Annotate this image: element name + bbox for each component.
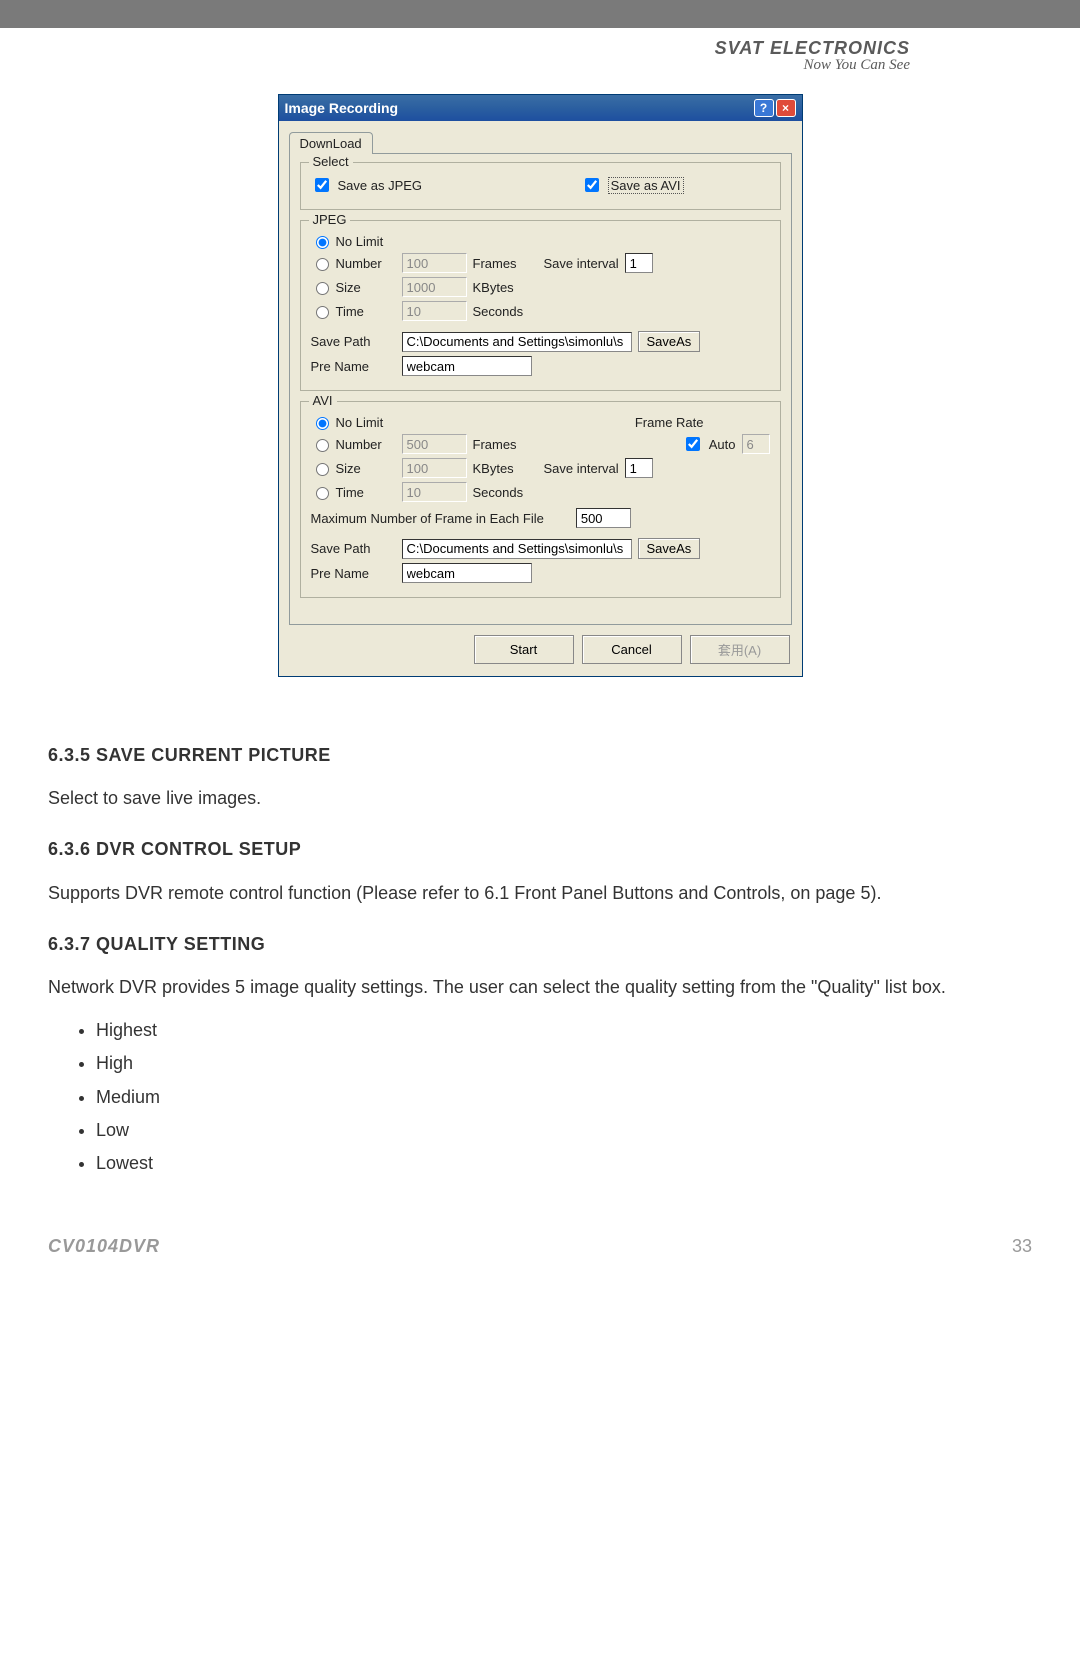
dialog-title: Image Recording — [285, 100, 399, 116]
dialog-wrapper: Image Recording ? × DownLoad Select Save… — [278, 94, 803, 677]
footer-model: CV0104DVR — [48, 1236, 160, 1257]
list-item: Medium — [96, 1085, 1032, 1110]
tab-download[interactable]: DownLoad — [289, 132, 373, 154]
footer-page: 33 — [1012, 1236, 1032, 1257]
avi-auto-label: Auto — [709, 437, 736, 452]
avi-time-label: Time — [336, 485, 364, 500]
close-icon[interactable]: × — [776, 99, 796, 117]
cancel-button[interactable]: Cancel — [582, 635, 682, 664]
jpeg-size-radio[interactable] — [316, 282, 329, 295]
page-footer: CV0104DVR 33 — [0, 1236, 1080, 1287]
apply-button: 套用(A) — [690, 635, 790, 664]
image-recording-dialog: Image Recording ? × DownLoad Select Save… — [278, 94, 803, 677]
avi-time-radio[interactable] — [316, 487, 329, 500]
avi-size-radio[interactable] — [316, 463, 329, 476]
dialog-button-row: Start Cancel 套用(A) — [279, 625, 802, 676]
save-jpeg-checkbox[interactable] — [315, 178, 329, 192]
jpeg-prename-input[interactable] — [402, 356, 532, 376]
jpeg-size-unit: KBytes — [473, 280, 538, 295]
avi-framerate-input — [742, 434, 770, 454]
avi-number-unit: Frames — [473, 437, 538, 452]
avi-number-radio[interactable] — [316, 439, 329, 452]
section-636-body: Supports DVR remote control function (Pl… — [48, 881, 1032, 906]
avi-maxframes-input[interactable] — [576, 508, 631, 528]
section-636-title: 6.3.6 DVR CONTROL SETUP — [48, 837, 1032, 862]
avi-number-input — [402, 434, 467, 454]
avi-legend: AVI — [309, 393, 337, 408]
jpeg-saveas-button[interactable]: SaveAs — [638, 331, 701, 352]
brand-name: SVAT ELECTRONICS — [0, 38, 910, 59]
jpeg-group: JPEG No Limit Number Frames — [300, 220, 781, 391]
top-gray-bar — [0, 0, 1080, 28]
jpeg-savepath-input[interactable] — [402, 332, 632, 352]
select-legend: Select — [309, 154, 353, 169]
avi-size-unit: KBytes — [473, 461, 538, 476]
avi-number-label: Number — [336, 437, 382, 452]
jpeg-nolimit-label: No Limit — [336, 234, 384, 249]
tab-panel: Select Save as JPEG Save as AVI JPEG — [289, 153, 792, 625]
avi-prename-input[interactable] — [402, 563, 532, 583]
avi-maxframes-label: Maximum Number of Frame in Each File — [311, 511, 544, 526]
avi-time-unit: Seconds — [473, 485, 538, 500]
avi-nolimit-radio[interactable] — [316, 417, 329, 430]
avi-group: AVI No Limit Frame Rate Number — [300, 401, 781, 598]
section-635-title: 6.3.5 SAVE CURRENT PICTURE — [48, 743, 1032, 768]
dialog-titlebar[interactable]: Image Recording ? × — [279, 95, 802, 121]
avi-prename-label: Pre Name — [311, 566, 370, 581]
avi-framerate-label: Frame Rate — [635, 415, 704, 430]
avi-size-input — [402, 458, 467, 478]
brand-tagline: Now You Can See — [0, 57, 910, 74]
save-avi-checkbox[interactable] — [585, 178, 599, 192]
avi-size-label: Size — [336, 461, 361, 476]
jpeg-nolimit-radio[interactable] — [316, 236, 329, 249]
jpeg-size-input — [402, 277, 467, 297]
help-icon[interactable]: ? — [754, 99, 774, 117]
jpeg-time-unit: Seconds — [473, 304, 538, 319]
jpeg-number-input — [402, 253, 467, 273]
jpeg-save-interval-input[interactable] — [625, 253, 653, 273]
list-item: Highest — [96, 1018, 1032, 1043]
jpeg-prename-label: Pre Name — [311, 359, 370, 374]
list-item: High — [96, 1051, 1032, 1076]
jpeg-size-label: Size — [336, 280, 361, 295]
jpeg-time-input — [402, 301, 467, 321]
save-jpeg-label: Save as JPEG — [338, 178, 423, 193]
jpeg-number-label: Number — [336, 256, 382, 271]
avi-auto-checkbox[interactable] — [686, 437, 700, 451]
list-item: Low — [96, 1118, 1032, 1143]
avi-save-interval-input[interactable] — [625, 458, 653, 478]
jpeg-time-radio[interactable] — [316, 306, 329, 319]
start-button[interactable]: Start — [474, 635, 574, 664]
avi-savepath-input[interactable] — [402, 539, 632, 559]
list-item: Lowest — [96, 1151, 1032, 1176]
page-header: SVAT ELECTRONICS Now You Can See — [0, 28, 1080, 74]
section-637-body: Network DVR provides 5 image quality set… — [48, 975, 1032, 1000]
avi-savepath-label: Save Path — [311, 541, 371, 556]
jpeg-legend: JPEG — [309, 212, 351, 227]
quality-list: Highest High Medium Low Lowest — [48, 1018, 1032, 1176]
document-body: 6.3.5 SAVE CURRENT PICTURE Select to sav… — [0, 707, 1080, 1236]
avi-save-interval-label: Save interval — [544, 461, 619, 476]
section-635-body: Select to save live images. — [48, 786, 1032, 811]
jpeg-savepath-label: Save Path — [311, 334, 371, 349]
avi-nolimit-label: No Limit — [336, 415, 384, 430]
avi-time-input — [402, 482, 467, 502]
jpeg-number-radio[interactable] — [316, 258, 329, 271]
section-637-title: 6.3.7 QUALITY SETTING — [48, 932, 1032, 957]
jpeg-number-unit: Frames — [473, 256, 538, 271]
save-avi-label: Save as AVI — [608, 177, 684, 194]
select-group: Select Save as JPEG Save as AVI — [300, 162, 781, 210]
avi-saveas-button[interactable]: SaveAs — [638, 538, 701, 559]
jpeg-time-label: Time — [336, 304, 364, 319]
jpeg-save-interval-label: Save interval — [544, 256, 619, 271]
